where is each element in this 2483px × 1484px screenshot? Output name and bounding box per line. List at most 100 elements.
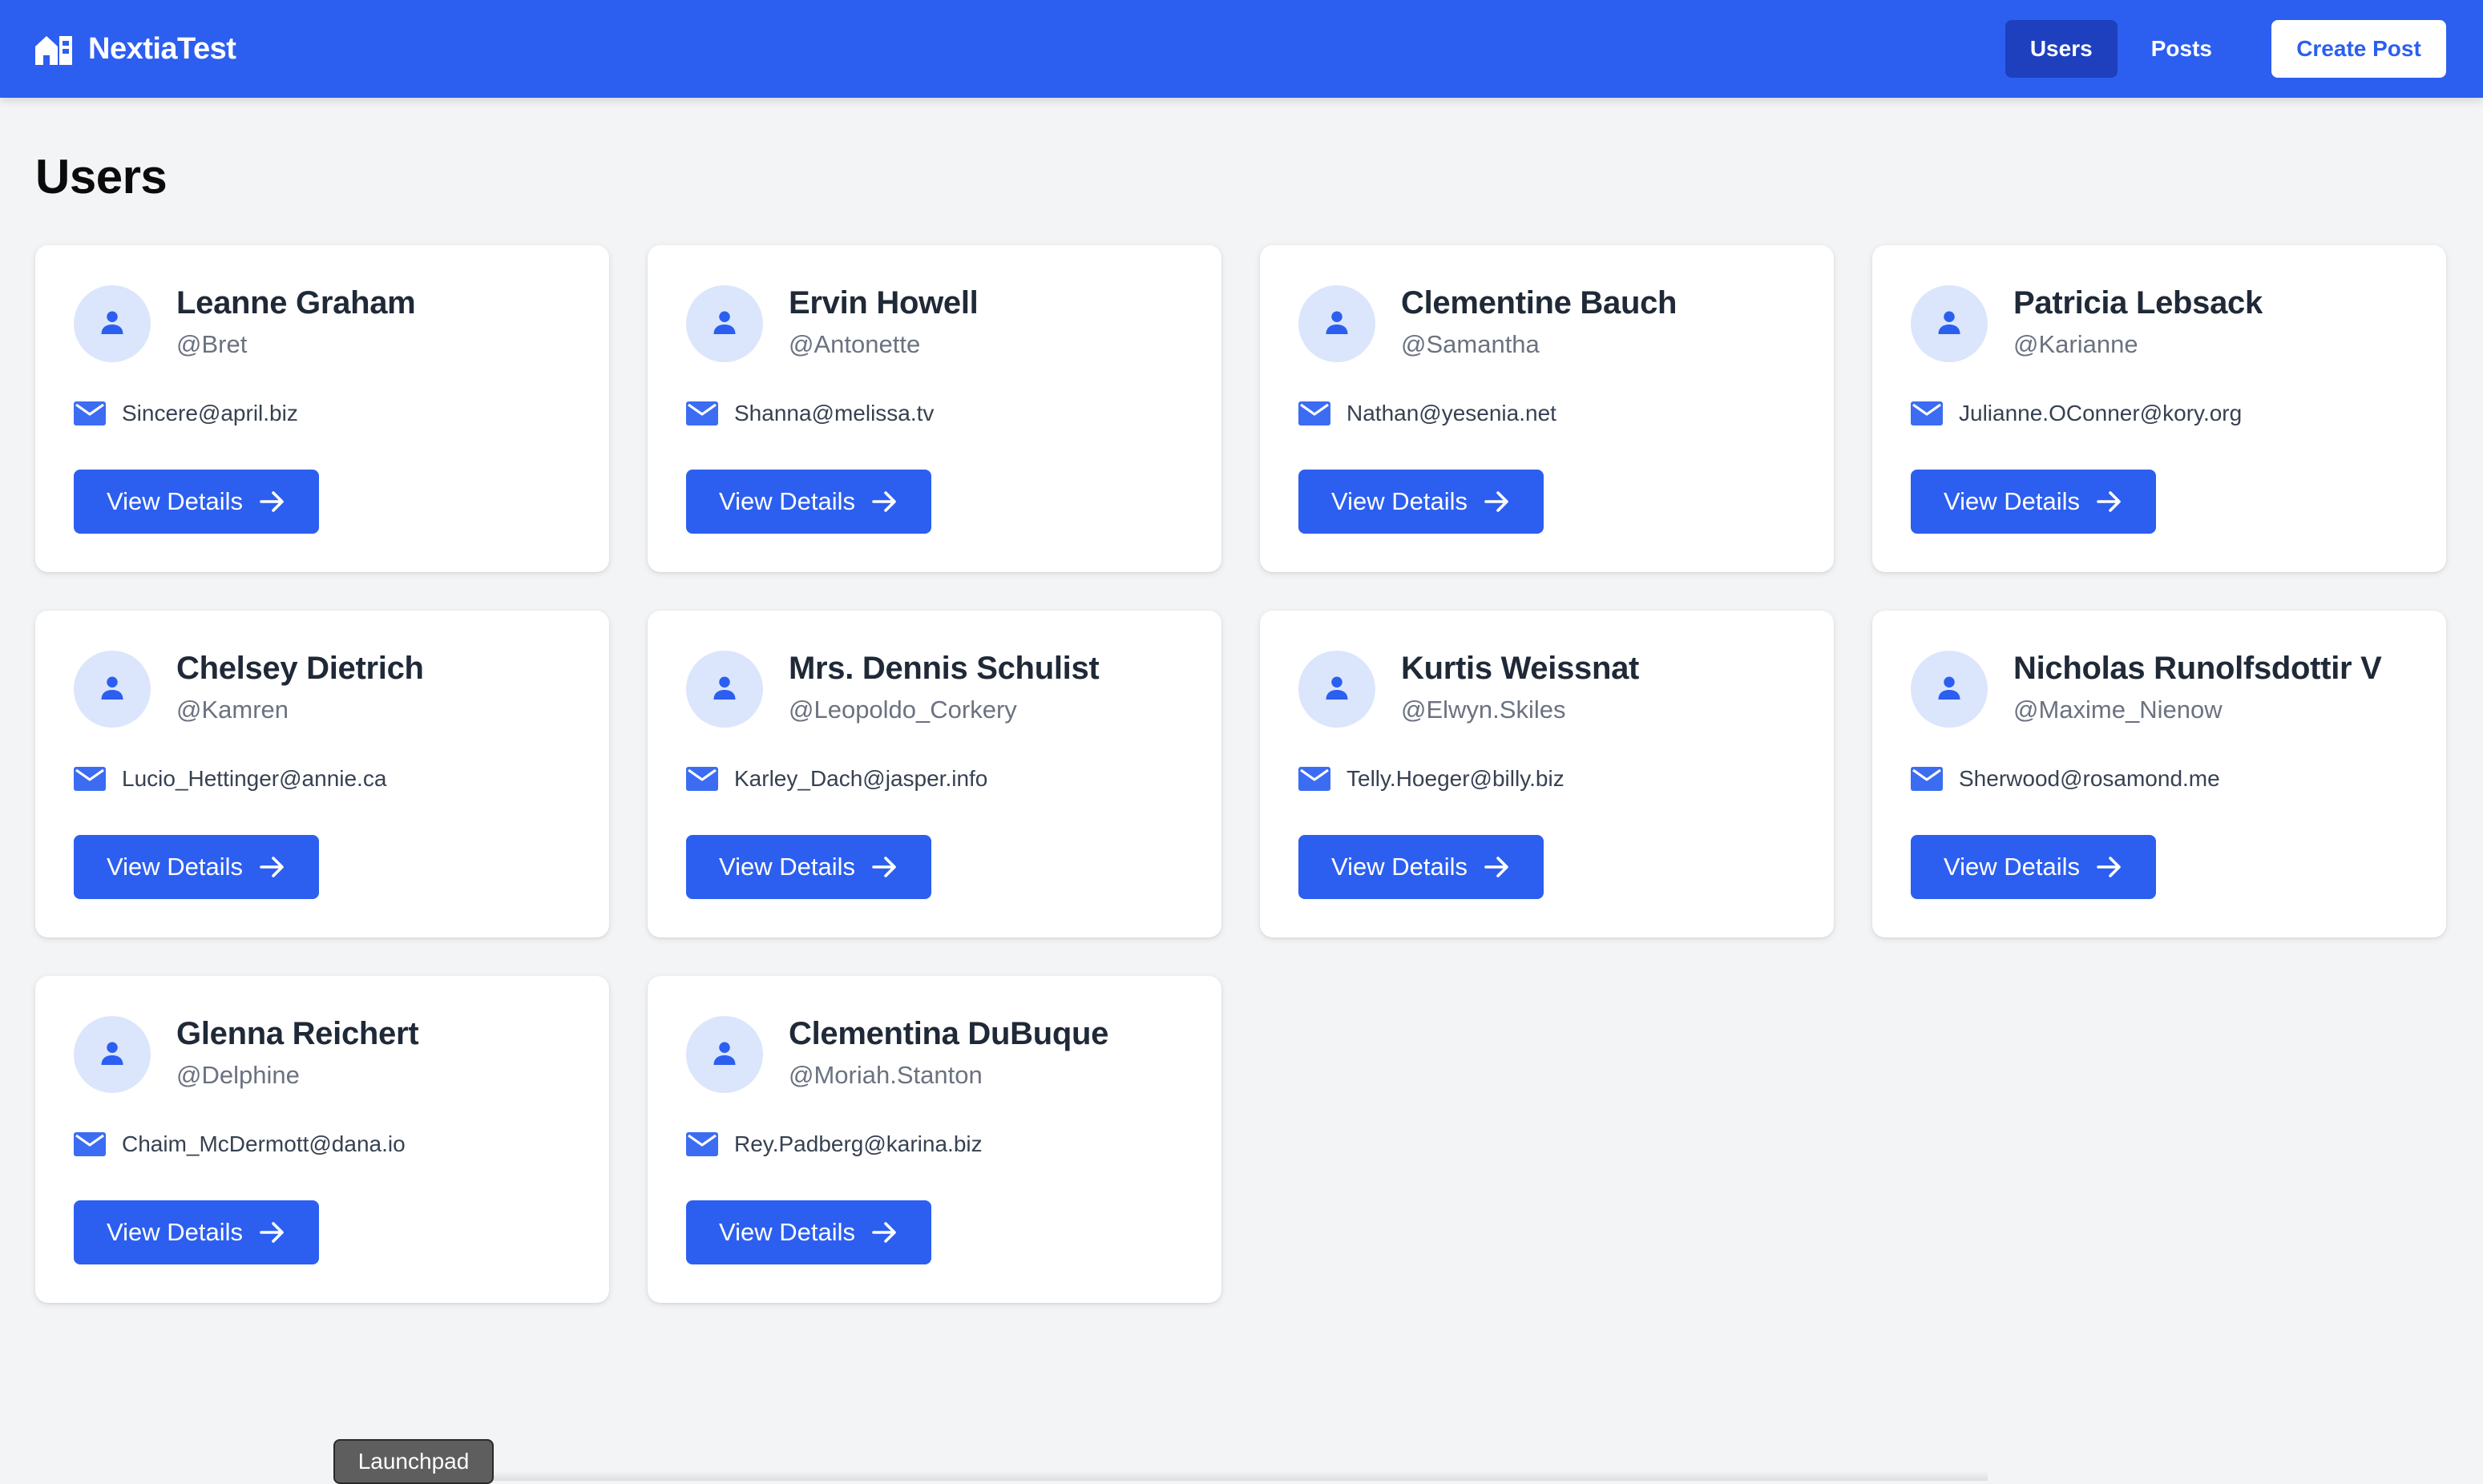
- user-name: Chelsey Dietrich: [176, 651, 424, 686]
- view-details-button[interactable]: View Details: [1298, 835, 1544, 899]
- user-email: Julianne.OConner@kory.org: [1959, 401, 2243, 425]
- arrow-right-icon: [260, 857, 284, 877]
- email-row: Rey.Padberg@karina.biz: [686, 1128, 983, 1160]
- view-details-button[interactable]: View Details: [74, 470, 319, 534]
- person-icon: [1322, 673, 1351, 706]
- user-name: Glenna Reichert: [176, 1016, 419, 1051]
- view-details-button[interactable]: View Details: [74, 1200, 319, 1264]
- arrow-right-icon: [872, 857, 896, 877]
- user-email: Nathan@yesenia.net: [1346, 401, 1556, 425]
- user-email: Sincere@april.biz: [122, 401, 298, 425]
- view-details-label: View Details: [106, 487, 243, 515]
- user-card: Kurtis Weissnat @Elwyn.Skiles Telly.Hoeger…: [1260, 611, 1834, 938]
- top-navbar: NextiaTest Users Posts Create Post: [0, 0, 2483, 98]
- email-row: Telly.Hoeger@billy.biz: [1298, 763, 1564, 795]
- person-icon: [1935, 308, 1964, 341]
- user-handle: @Delphine: [176, 1061, 300, 1089]
- arrow-right-icon: [2097, 491, 2121, 512]
- view-details-label: View Details: [718, 853, 855, 881]
- view-details-button[interactable]: View Details: [686, 470, 931, 534]
- email-row: Sincere@april.biz: [74, 397, 298, 429]
- user-name: Ervin Howell: [789, 285, 979, 321]
- mail-icon: [74, 767, 106, 791]
- launchpad-tooltip: Launchpad: [333, 1439, 494, 1484]
- mail-icon: [686, 1132, 718, 1156]
- email-row: Shanna@melissa.tv: [686, 397, 934, 429]
- mail-icon: [686, 767, 718, 791]
- avatar: [74, 1016, 151, 1093]
- user-handle: @Moriah.Stanton: [789, 1061, 983, 1089]
- user-card: Patricia Lebsack @Karianne Julianne.OConne…: [1872, 245, 2446, 572]
- user-handle: @Samantha: [1401, 330, 1540, 358]
- avatar: [686, 285, 763, 362]
- email-row: Nathan@yesenia.net: [1298, 397, 1556, 429]
- user-handle: @Leopoldo_Corkery: [789, 696, 1017, 724]
- user-card: Ervin Howell @Antonette Shanna@melissa.tv V…: [648, 245, 1221, 572]
- view-details-label: View Details: [1943, 487, 2080, 515]
- arrow-right-icon: [872, 1222, 896, 1243]
- avatar: [1911, 651, 1988, 728]
- brand[interactable]: NextiaTest: [35, 0, 236, 98]
- mail-icon: [1911, 401, 1943, 425]
- view-details-button[interactable]: View Details: [686, 835, 931, 899]
- view-details-button[interactable]: View Details: [1911, 470, 2156, 534]
- arrow-right-icon: [260, 1222, 284, 1243]
- mail-icon: [74, 401, 106, 425]
- person-icon: [98, 308, 127, 341]
- avatar: [1911, 285, 1988, 362]
- person-icon: [1322, 308, 1351, 341]
- brand-name: NextiaTest: [88, 31, 236, 66]
- view-details-label: View Details: [1943, 853, 2080, 881]
- user-handle: @Bret: [176, 330, 248, 358]
- view-details-label: View Details: [106, 853, 243, 881]
- person-icon: [1935, 673, 1964, 706]
- user-card: Chelsey Dietrich @Kamren Lucio_Hettinger@a…: [35, 611, 609, 938]
- view-details-label: View Details: [1330, 853, 1468, 881]
- person-icon: [710, 673, 739, 706]
- view-details-button[interactable]: View Details: [686, 1200, 931, 1264]
- arrow-right-icon: [872, 491, 896, 512]
- user-card: Glenna Reichert @Delphine Chaim_McDermott@…: [35, 976, 609, 1303]
- user-email: Telly.Hoeger@billy.biz: [1346, 766, 1564, 791]
- person-icon: [710, 1038, 739, 1071]
- user-name: Nicholas Runolfsdottir V: [2013, 651, 2382, 686]
- arrow-right-icon: [1484, 857, 1508, 877]
- nav-link-posts[interactable]: Posts: [2129, 20, 2235, 78]
- view-details-label: View Details: [718, 1218, 855, 1246]
- user-card: Nicholas Runolfsdottir V @Maxime_Nienow Sh…: [1872, 611, 2446, 938]
- view-details-label: View Details: [106, 1218, 243, 1246]
- view-details-button[interactable]: View Details: [74, 835, 319, 899]
- user-email: Rey.Padberg@karina.biz: [734, 1131, 983, 1156]
- mail-icon: [1298, 767, 1330, 791]
- avatar: [1298, 651, 1375, 728]
- user-email: Chaim_McDermott@dana.io: [122, 1131, 406, 1156]
- page-title: Users: [35, 150, 168, 204]
- email-row: Karley_Dach@jasper.info: [686, 763, 987, 795]
- user-name: Patricia Lebsack: [2013, 285, 2263, 321]
- user-handle: @Antonette: [789, 330, 921, 358]
- avatar: [74, 285, 151, 362]
- view-details-button[interactable]: View Details: [1298, 470, 1544, 534]
- user-name: Clementine Bauch: [1401, 285, 1678, 321]
- user-name: Clementina DuBuque: [789, 1016, 1109, 1051]
- view-details-button[interactable]: View Details: [1911, 835, 2156, 899]
- dock-strip: [465, 1471, 1988, 1481]
- user-handle: @Maxime_Nienow: [2013, 696, 2223, 724]
- user-card: Leanne Graham @Bret Sincere@april.biz View …: [35, 245, 609, 572]
- avatar: [686, 651, 763, 728]
- email-row: Sherwood@rosamond.me: [1911, 763, 2220, 795]
- arrow-right-icon: [2097, 857, 2121, 877]
- user-email: Karley_Dach@jasper.info: [734, 766, 988, 791]
- user-name: Mrs. Dennis Schulist: [789, 651, 1100, 686]
- view-details-label: View Details: [1330, 487, 1468, 515]
- home-icon: [35, 36, 72, 65]
- nav-link-users[interactable]: Users: [2005, 20, 2118, 78]
- user-grid: Leanne Graham @Bret Sincere@april.biz View …: [35, 245, 2446, 1303]
- user-email: Lucio_Hettinger@annie.ca: [122, 766, 387, 791]
- user-card: Clementina DuBuque @Moriah.Stanton Rey.Pad…: [648, 976, 1221, 1303]
- create-post-button[interactable]: Create Post: [2271, 20, 2446, 78]
- user-handle: @Kamren: [176, 696, 289, 724]
- user-email: Sherwood@rosamond.me: [1959, 766, 2220, 791]
- avatar: [1298, 285, 1375, 362]
- mail-icon: [74, 1132, 106, 1156]
